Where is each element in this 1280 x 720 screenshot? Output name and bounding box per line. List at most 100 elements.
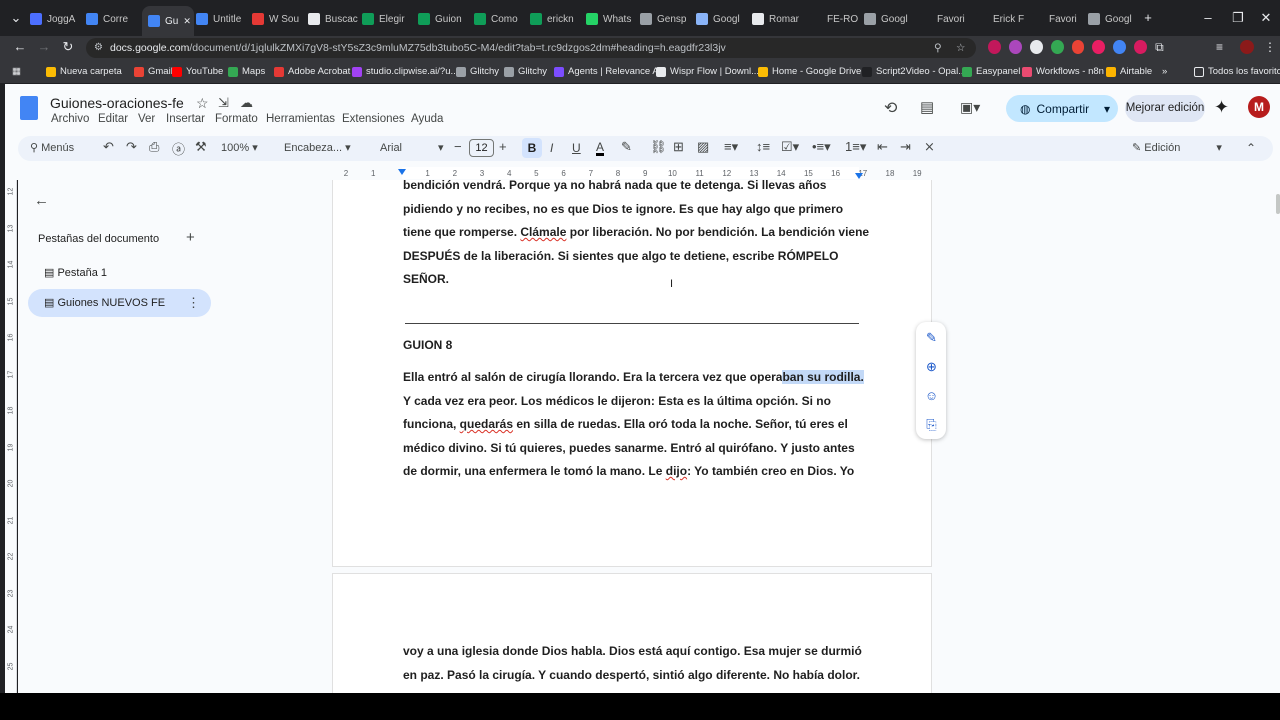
bookmark-star-icon[interactable]: ☆	[956, 38, 965, 58]
back-arrow-icon[interactable]: ←	[34, 192, 49, 209]
bookmark-item[interactable]: studio.clipwise.ai/?u...	[352, 66, 458, 77]
docs-logo-icon[interactable]	[20, 96, 38, 120]
undo-icon[interactable]: ↶	[103, 139, 114, 155]
spelling-error-word[interactable]: quedarás	[460, 417, 513, 431]
extension-icon[interactable]	[1092, 40, 1106, 54]
bookmarks-more[interactable]: »	[1162, 66, 1167, 77]
bookmark-item[interactable]: Airtable	[1106, 66, 1152, 77]
decrease-indent-icon[interactable]: ⇤	[877, 139, 888, 155]
extension-icon[interactable]	[1113, 40, 1127, 54]
close-tab-icon[interactable]: ✕	[183, 16, 191, 27]
browser-tab[interactable]: Whats	[586, 8, 636, 30]
browser-tab[interactable]: Googl	[864, 8, 914, 30]
zoom-icon[interactable]: ⚲	[934, 38, 942, 58]
insert-image-icon[interactable]: ▨	[697, 139, 709, 155]
menu-ayuda[interactable]: Ayuda	[411, 113, 443, 125]
move-icon[interactable]: ⇲	[218, 95, 229, 111]
comments-icon[interactable]: ▤	[920, 98, 934, 116]
add-tab-button[interactable]: +	[186, 229, 195, 246]
version-history-icon[interactable]: ⟲	[884, 98, 897, 118]
menu-herramientas[interactable]: Herramientas	[266, 113, 335, 125]
bookmark-item[interactable]: Workflows - n8n	[1022, 66, 1104, 77]
bookmark-item[interactable]: Wispr Flow | Downl...	[656, 66, 759, 77]
back-icon[interactable]: ←	[10, 37, 30, 57]
meet-icon[interactable]: ▣▾	[960, 99, 980, 116]
font-select[interactable]: Arial ▾	[380, 141, 444, 154]
align-icon[interactable]: ≡▾	[724, 139, 738, 155]
all-favorites[interactable]: Todos los favoritos	[1194, 66, 1280, 77]
address-bar[interactable]: ⚙ docs.google.com/document/d/1jqlulkZMXi…	[86, 38, 976, 58]
bookmark-item[interactable]: Glitchy	[456, 66, 499, 77]
apps-icon[interactable]: ▦	[12, 66, 21, 77]
browser-tab[interactable]: FE-RO	[810, 8, 860, 30]
italic-button[interactable]: I	[550, 141, 553, 155]
account-avatar[interactable]: M	[1248, 96, 1270, 118]
chevron-down-icon[interactable]: ▾	[1104, 102, 1110, 116]
browser-tab[interactable]: Untitle	[196, 8, 246, 30]
reload-icon[interactable]: ↻	[58, 37, 78, 57]
sidepanel-icon[interactable]: ≡	[1216, 40, 1223, 54]
bookmark-item[interactable]: Maps	[228, 66, 265, 77]
tab-item-selected-content[interactable]: ▤ Guiones NUEVOS FE	[44, 296, 165, 309]
spellcheck-icon[interactable]: ⓐ	[172, 139, 185, 158]
paragraph-previous[interactable]: bendición vendrá. Porque ya no habrá nad…	[403, 180, 873, 292]
increase-font-size-icon[interactable]: +	[499, 139, 507, 154]
mode-select[interactable]: ✎ Edición ▾	[1132, 141, 1222, 154]
vertical-ruler[interactable]: 12 13 14 15 16 17 18 19 20 21 22 23 24 25	[5, 180, 17, 693]
site-info-icon[interactable]: ⚙	[94, 38, 103, 58]
tab-item-pestana-1[interactable]: ▤ Pestaña 1	[44, 266, 107, 279]
extensions-puzzle-icon[interactable]: ⧉	[1155, 40, 1168, 54]
text-color-button[interactable]: A	[596, 141, 605, 156]
browser-tab[interactable]: Buscac	[308, 8, 358, 30]
add-comment-icon[interactable]: ⊞	[673, 139, 684, 155]
document-page[interactable]: bendición vendrá. Porque ya no habrá nad…	[332, 180, 932, 567]
decrease-font-size-icon[interactable]: −	[454, 139, 462, 154]
bookmark-item[interactable]: Gmail	[134, 66, 173, 77]
font-size-input[interactable]: 12	[469, 139, 494, 157]
extension-icon[interactable]	[1134, 40, 1148, 54]
browser-tab[interactable]: Como	[474, 8, 524, 30]
document-title[interactable]: Guiones-oraciones-fe	[50, 95, 184, 111]
spelling-error-word[interactable]: Clámale	[520, 225, 566, 239]
star-icon[interactable]: ☆	[196, 95, 209, 112]
browser-tab[interactable]: Googl	[696, 8, 746, 30]
scrollbar-thumb[interactable]	[1276, 194, 1280, 214]
browser-tab[interactable]: JoggA	[30, 8, 80, 30]
paragraph-continuation[interactable]: voy a una iglesia donde Dios habla. Dios…	[403, 640, 873, 687]
extension-icon[interactable]	[1071, 40, 1085, 54]
cloud-status-icon[interactable]: ☁	[240, 95, 253, 111]
bookmark-item[interactable]: Nueva carpeta	[46, 66, 122, 77]
style-select[interactable]: Encabeza... ▾	[284, 141, 351, 154]
menu-archivo[interactable]: Archivo	[51, 113, 89, 125]
browser-tab[interactable]: Erick F	[976, 8, 1026, 30]
bookmark-item[interactable]: Script2Video - Opal...	[862, 66, 966, 77]
bookmark-item[interactable]: Glitchy	[504, 66, 547, 77]
browser-tab[interactable]: Gensp	[640, 8, 690, 30]
close-window-icon[interactable]: ✕	[1256, 8, 1276, 28]
checklist-icon[interactable]: ☑▾	[781, 139, 799, 155]
line-spacing-icon[interactable]: ↕≡	[756, 139, 770, 154]
browser-tab[interactable]: Gu ✕	[142, 6, 194, 36]
browser-tab[interactable]: Romar	[752, 8, 802, 30]
browser-tab[interactable]: Elegir	[362, 8, 412, 30]
menu-editar[interactable]: Editar	[98, 113, 128, 125]
browser-tab[interactable]: Guion	[418, 8, 468, 30]
suggest-edit-icon[interactable]: ⎘	[924, 417, 939, 432]
guion-8-heading[interactable]: GUION 8	[403, 334, 873, 358]
underline-button[interactable]: U	[572, 141, 581, 155]
increase-indent-icon[interactable]: ⇥	[900, 139, 911, 155]
bookmark-item[interactable]: Adobe Acrobat	[274, 66, 350, 77]
profile-avatar[interactable]	[1240, 40, 1254, 54]
chrome-menu-icon[interactable]: ⋮	[1264, 40, 1276, 54]
redo-icon[interactable]: ↷	[126, 139, 137, 155]
share-button[interactable]: ◍ Compartir ▾	[1006, 95, 1118, 122]
extension-icon[interactable]	[1050, 40, 1064, 54]
extension-icon[interactable]	[1029, 40, 1043, 54]
bulleted-list-icon[interactable]: •≡▾	[812, 139, 831, 155]
bookmark-item[interactable]: YouTube	[172, 66, 223, 77]
spelling-error-word[interactable]: dijo	[666, 464, 687, 478]
collapse-menus-icon[interactable]: ⌃	[1246, 141, 1256, 155]
menu-ver[interactable]: Ver	[138, 113, 155, 125]
browser-tab[interactable]: Googl	[1088, 8, 1138, 30]
clear-formatting-icon[interactable]: ⨯	[924, 139, 935, 155]
